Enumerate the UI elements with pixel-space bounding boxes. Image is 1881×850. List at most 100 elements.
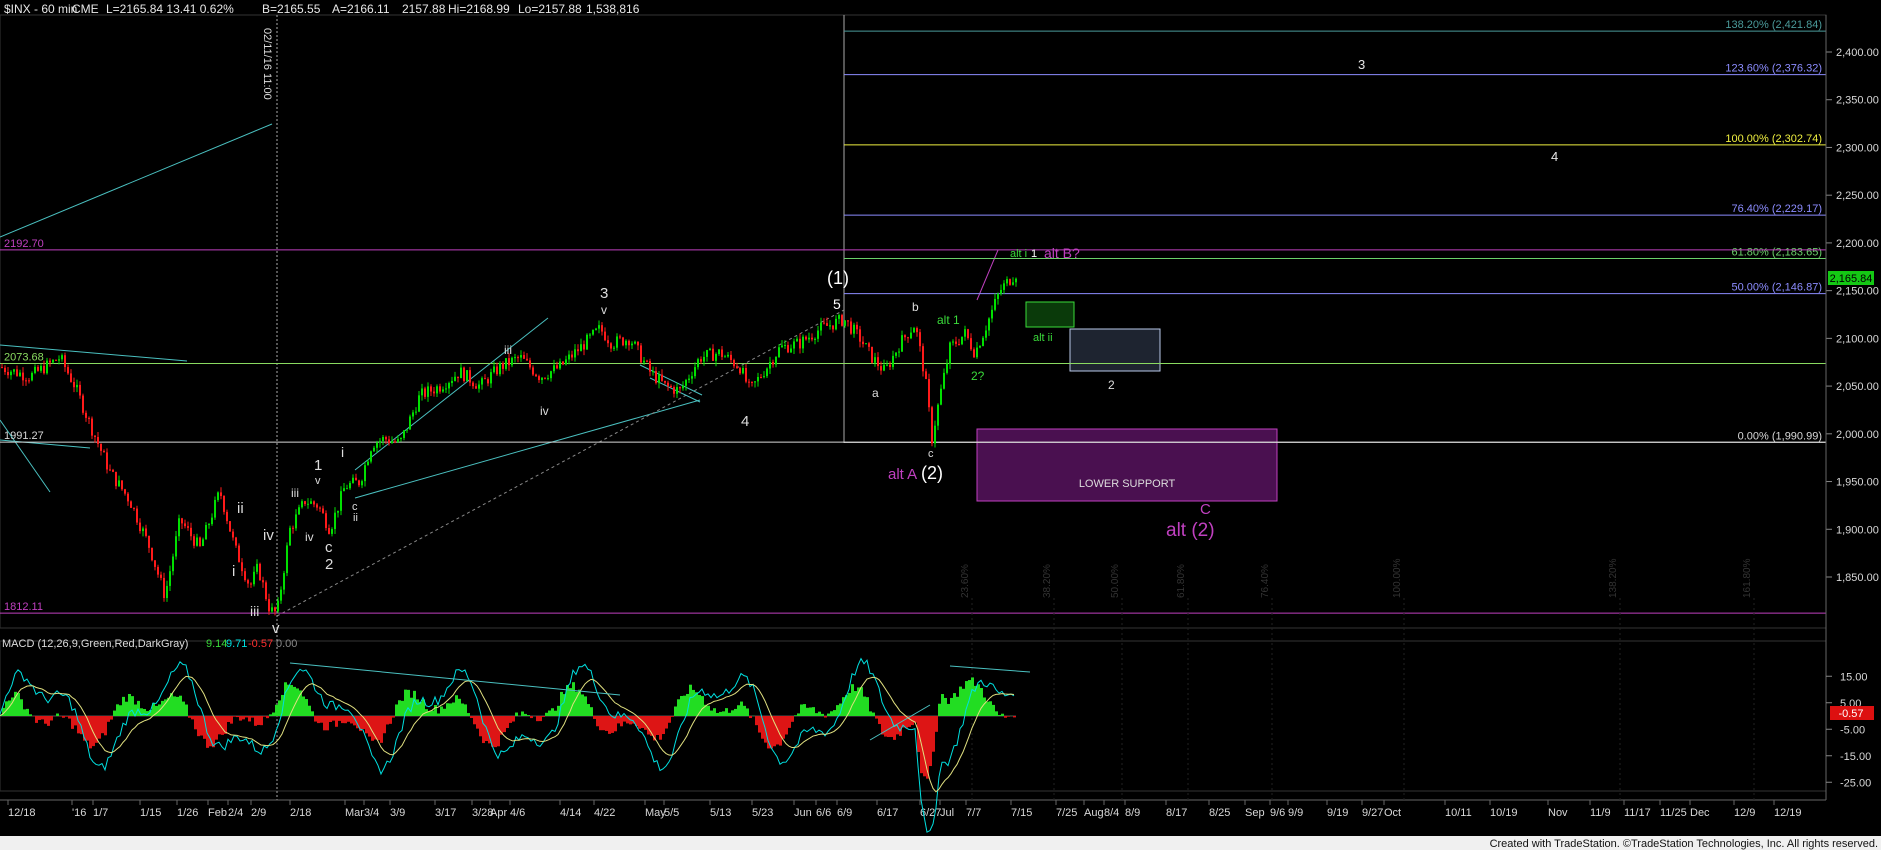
macd-histogram-bar bbox=[503, 716, 506, 733]
macd-histogram-bar bbox=[692, 689, 695, 716]
wave-one: 1 bbox=[1031, 248, 1037, 260]
macd-histogram-bar bbox=[608, 716, 611, 734]
candle-body bbox=[415, 411, 417, 413]
candle-body bbox=[493, 366, 495, 373]
candle-body bbox=[301, 501, 303, 508]
x-tick-label: Aug bbox=[1084, 807, 1104, 819]
candle-body bbox=[856, 324, 858, 330]
candle-body bbox=[511, 357, 513, 366]
x-tick-label: 9/27 bbox=[1362, 807, 1383, 819]
macd-histogram-bar bbox=[530, 716, 533, 719]
candle-body bbox=[706, 350, 708, 357]
candle-body bbox=[823, 322, 825, 324]
macd-histogram-bar bbox=[1004, 716, 1007, 718]
wave-four: 4 bbox=[741, 413, 749, 430]
macd-histogram-bar bbox=[317, 716, 320, 724]
candle-body bbox=[79, 384, 81, 396]
candle-body bbox=[637, 341, 639, 346]
macd-histogram-bar bbox=[731, 710, 734, 716]
candle-body bbox=[49, 360, 51, 363]
price-tick-label: 2,000.00 bbox=[1836, 429, 1879, 441]
candle-body bbox=[217, 492, 219, 500]
macd-histogram-bar bbox=[41, 716, 44, 720]
macd-histogram-bar bbox=[785, 716, 788, 735]
macd-histogram-bar bbox=[398, 700, 401, 716]
macd-histogram-bar bbox=[71, 716, 74, 729]
macd-histogram-bar bbox=[656, 716, 659, 735]
time-fib-label: 38.20% bbox=[1042, 564, 1053, 598]
candle-body bbox=[442, 389, 444, 392]
candle-body bbox=[658, 374, 660, 383]
candle-body bbox=[25, 380, 27, 382]
candle-body bbox=[10, 371, 12, 376]
candle-body bbox=[130, 501, 132, 508]
macd-histogram-bar bbox=[521, 711, 524, 716]
candle-body bbox=[358, 480, 360, 486]
candle-body bbox=[907, 337, 909, 339]
x-tick-label: Oct bbox=[1384, 807, 1401, 819]
wave-big-c: C bbox=[1200, 501, 1211, 518]
candle-body bbox=[547, 378, 549, 380]
price-tick-label: 2,150.00 bbox=[1836, 286, 1879, 298]
x-tick-label: 2/9 bbox=[251, 807, 266, 819]
candle-body bbox=[559, 361, 561, 369]
candle-body bbox=[331, 529, 333, 534]
candle-body bbox=[952, 341, 954, 343]
x-tick-label: 11/25 bbox=[1660, 807, 1687, 819]
candle-body bbox=[406, 429, 408, 431]
macd-histogram-bar bbox=[662, 716, 665, 735]
candle-body bbox=[766, 368, 768, 377]
macd-histogram-bar bbox=[875, 716, 878, 719]
macd-histogram-bar bbox=[188, 716, 191, 718]
fib-level-label: 123.60% (2,376.32) bbox=[1725, 63, 1822, 75]
candle-body bbox=[868, 343, 870, 347]
macd-histogram-bar bbox=[383, 716, 386, 734]
candle-body bbox=[166, 585, 168, 598]
wave-b: b bbox=[912, 300, 919, 314]
price-tick-label: 2,300.00 bbox=[1836, 142, 1879, 154]
macd-histogram-bar bbox=[311, 711, 314, 716]
macd-histogram-bar bbox=[26, 708, 29, 716]
candle-body bbox=[787, 344, 789, 353]
candle-body bbox=[814, 338, 816, 340]
macd-histogram-bar bbox=[833, 710, 836, 716]
candle-body bbox=[901, 335, 903, 352]
candle-body bbox=[148, 535, 150, 548]
macd-histogram-bar bbox=[236, 716, 239, 718]
macd-histogram-bar bbox=[551, 708, 554, 716]
candle-body bbox=[157, 566, 159, 575]
candle-body bbox=[112, 469, 114, 472]
candle-body bbox=[994, 298, 996, 310]
candle-body bbox=[1006, 279, 1008, 284]
candle-body bbox=[397, 438, 399, 442]
macd-tick-label: 15.00 bbox=[1840, 671, 1868, 683]
macd-histogram-bar bbox=[17, 693, 20, 716]
macd-histogram-bar bbox=[659, 716, 662, 740]
candle-body bbox=[334, 512, 336, 530]
candle-body bbox=[235, 537, 237, 546]
candle-body bbox=[472, 382, 474, 387]
candle-body bbox=[610, 343, 612, 349]
macd-val2: 9.71 bbox=[226, 638, 247, 650]
macd-histogram-bar bbox=[716, 712, 719, 716]
candle-body bbox=[457, 376, 459, 379]
candle-body bbox=[349, 482, 351, 489]
candle-body bbox=[220, 492, 222, 497]
candle-body bbox=[802, 336, 804, 349]
candle-body bbox=[196, 537, 198, 546]
candle-body bbox=[412, 412, 414, 417]
macd-histogram-bar bbox=[797, 713, 800, 716]
macd-histogram-bar bbox=[866, 697, 869, 716]
macd-histogram-bar bbox=[347, 716, 350, 722]
candle-body bbox=[382, 437, 384, 441]
candle-body bbox=[688, 378, 690, 380]
candle-body bbox=[355, 477, 357, 481]
candle-body bbox=[277, 600, 279, 612]
candle-body bbox=[598, 325, 600, 329]
candle-body bbox=[13, 369, 15, 372]
macd-histogram-bar bbox=[782, 716, 785, 739]
x-tick-label: 10/19 bbox=[1490, 807, 1518, 819]
macd-histogram-bar bbox=[473, 716, 476, 725]
candle-body bbox=[757, 377, 759, 382]
price-tick-label: 1,950.00 bbox=[1836, 477, 1879, 489]
